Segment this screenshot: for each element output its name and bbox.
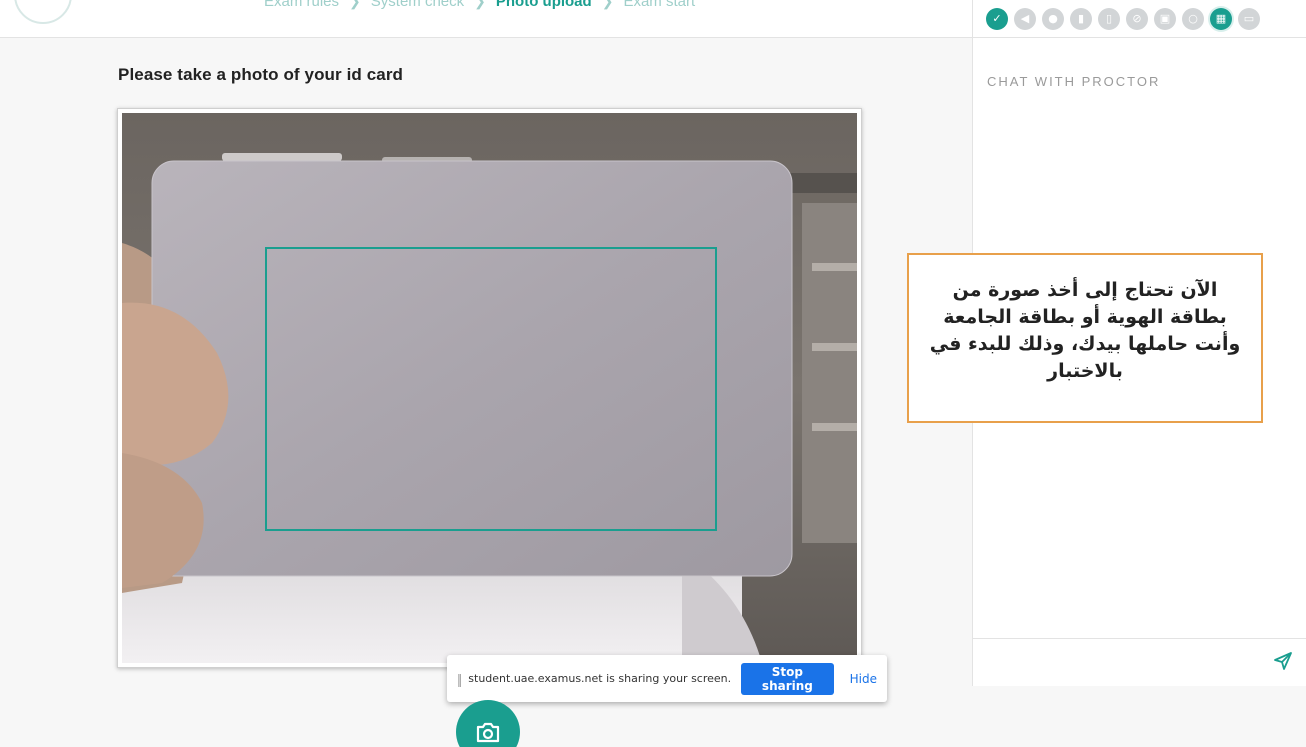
hide-link[interactable]: Hide bbox=[850, 672, 877, 686]
stop-sharing-button[interactable]: Stop sharing bbox=[741, 662, 834, 695]
page-title: Please take a photo of your id card bbox=[118, 65, 404, 84]
chevron-right-icon: ❯ bbox=[349, 0, 361, 9]
drag-handle-icon[interactable]: || bbox=[457, 671, 462, 687]
eye-off-icon[interactable]: ⊘ bbox=[1126, 7, 1148, 30]
camera-feed bbox=[122, 113, 857, 663]
step-system-check: System check bbox=[370, 0, 465, 10]
person-icon[interactable]: ● bbox=[1042, 7, 1064, 30]
logo bbox=[14, 0, 72, 24]
step-exam-rules: Exam rules bbox=[264, 0, 340, 10]
book-icon[interactable]: ▮ bbox=[1070, 7, 1092, 30]
megaphone-icon[interactable]: ◀ bbox=[1014, 7, 1036, 30]
camera-icon bbox=[476, 722, 500, 743]
camera-preview bbox=[117, 108, 862, 668]
device-icon[interactable]: ▯ bbox=[1098, 7, 1120, 30]
chat-input[interactable] bbox=[973, 638, 1306, 686]
proctor-toolbar: ✓ ◀ ● ▮ ▯ ⊘ ▣ ○ ▦ ▭ bbox=[973, 0, 1306, 38]
exam-page: Exam rules ❯ System check ❯ Photo upload… bbox=[0, 0, 1306, 747]
send-icon[interactable] bbox=[1273, 651, 1293, 671]
chevron-right-icon: ❯ bbox=[601, 0, 614, 9]
chat-title: CHAT WITH PROCTOR bbox=[987, 74, 1161, 89]
share-message: student.uae.examus.net is sharing your s… bbox=[468, 672, 732, 685]
screen-share-bar: || student.uae.examus.net is sharing you… bbox=[447, 655, 887, 702]
step-photo-upload: Photo upload bbox=[495, 0, 592, 10]
id-card-guide-frame bbox=[265, 247, 717, 531]
breadcrumb: Exam rules ❯ System check ❯ Photo upload… bbox=[264, 0, 695, 10]
instruction-callout: الآن تحتاج إلى أخذ صورة من بطاقة الهوية … bbox=[907, 253, 1263, 423]
check-icon[interactable]: ✓ bbox=[986, 7, 1008, 30]
headset-icon[interactable]: ○ bbox=[1182, 7, 1204, 30]
chevron-right-icon: ❯ bbox=[474, 0, 486, 9]
chat-bubble-icon[interactable]: ▭ bbox=[1238, 7, 1260, 30]
take-photo-button[interactable] bbox=[456, 700, 520, 747]
qr-icon[interactable]: ▦ bbox=[1210, 7, 1232, 30]
step-exam-start: Exam start bbox=[623, 0, 696, 10]
steps-bar: Exam rules ❯ System check ❯ Photo upload… bbox=[0, 0, 972, 38]
window-icon[interactable]: ▣ bbox=[1154, 7, 1176, 30]
